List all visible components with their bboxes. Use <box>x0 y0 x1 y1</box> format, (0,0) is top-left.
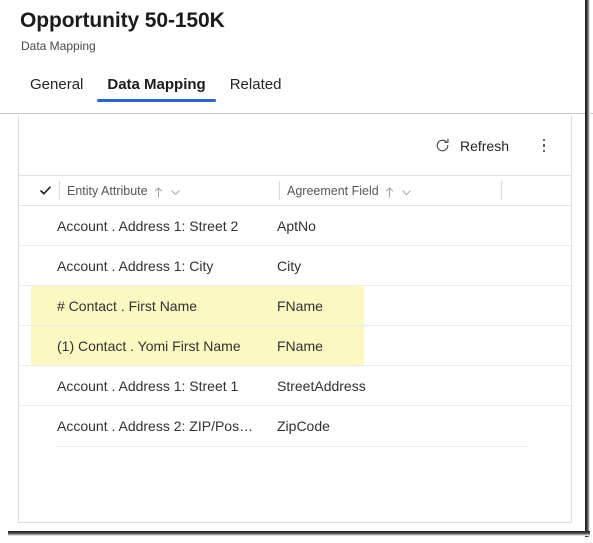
cell-entity-attribute: Account . Address 1: Street 1 <box>57 377 239 394</box>
cell-entity-attribute: Account . Address 2: ZIP/Pos… <box>57 418 254 434</box>
window-shadow-right <box>585 0 590 537</box>
more-vertical-icon[interactable] <box>535 135 553 157</box>
cell-agreement-field: AptNo <box>277 217 316 234</box>
more-dot <box>542 149 546 153</box>
tab-selected-underline <box>97 99 216 102</box>
tab-related[interactable]: Related <box>218 74 294 96</box>
page-header: Opportunity 50-150K Data Mapping General… <box>0 0 593 114</box>
cell-entity-attribute: # Contact . First Name <box>57 297 198 314</box>
tab-general[interactable]: General <box>18 74 95 96</box>
table-row[interactable]: Account . Address 1: Street 1 StreetAddr… <box>19 366 571 406</box>
column-header-label: Agreement Field <box>287 183 379 198</box>
table-row[interactable]: Account . Address 1: City City <box>19 246 571 286</box>
cell-agreement-field: FName <box>277 297 323 314</box>
window-shadow-bottom <box>8 531 590 536</box>
cell-entity-attribute: Account . Address 1: Street 2 <box>57 217 239 234</box>
column-header-end-divider <box>501 181 502 200</box>
table-row[interactable]: # Contact . First Name FName <box>19 286 571 326</box>
app-root: Opportunity 50-150K Data Mapping General… <box>0 0 593 543</box>
select-all-checkbox[interactable] <box>31 184 59 197</box>
table-row[interactable]: (1) Contact . Yomi First Name FName <box>19 326 571 366</box>
sort-ascending-icon <box>385 185 394 198</box>
chevron-down-icon[interactable] <box>401 185 412 196</box>
checkmark-icon <box>39 184 52 197</box>
cell-agreement-field: FName <box>277 337 323 354</box>
cell-entity-attribute: (1) Contact . Yomi First Name <box>57 337 241 354</box>
tab-related-label: Related <box>229 76 282 93</box>
more-dot <box>542 144 546 147</box>
page-subtitle: Data Mapping <box>21 39 96 53</box>
column-header-entity-attribute[interactable]: Entity Attribute <box>59 181 279 200</box>
tabstrip: General Data Mapping Related <box>18 74 293 106</box>
cell-entity-attribute: Account . Address 1: City <box>57 257 214 274</box>
cell-agreement-field: StreetAddress <box>277 377 366 394</box>
column-header-agreement-field[interactable]: Agreement Field <box>279 181 501 200</box>
refresh-icon <box>434 137 451 154</box>
content-card: Refresh Entity Attribute Agreement Field… <box>18 116 572 523</box>
tab-data-mapping-label: Data Mapping <box>107 76 206 93</box>
refresh-button[interactable]: Refresh <box>428 132 515 159</box>
more-dot <box>542 138 546 142</box>
table-row[interactable]: Account . Address 2: ZIP/Pos… ZipCode <box>19 406 571 446</box>
tab-general-label: General <box>30 76 84 93</box>
data-grid: Entity Attribute Agreement Field Account… <box>19 175 571 447</box>
page-title: Opportunity 50-150K <box>20 9 225 32</box>
chevron-down-icon[interactable] <box>170 185 181 196</box>
cell-agreement-field: ZipCode <box>277 418 330 434</box>
command-bar: Refresh <box>19 116 571 175</box>
cell-agreement-field: City <box>277 257 302 274</box>
refresh-label: Refresh <box>459 137 509 154</box>
table-row[interactable]: Account . Address 1: Street 2 AptNo <box>19 206 571 246</box>
column-header-label: Entity Attribute <box>67 183 148 198</box>
grid-bottom-divider <box>55 446 527 447</box>
tab-data-mapping[interactable]: Data Mapping <box>95 74 217 102</box>
sort-ascending-icon <box>154 185 163 198</box>
grid-header-row: Entity Attribute Agreement Field <box>19 175 571 206</box>
